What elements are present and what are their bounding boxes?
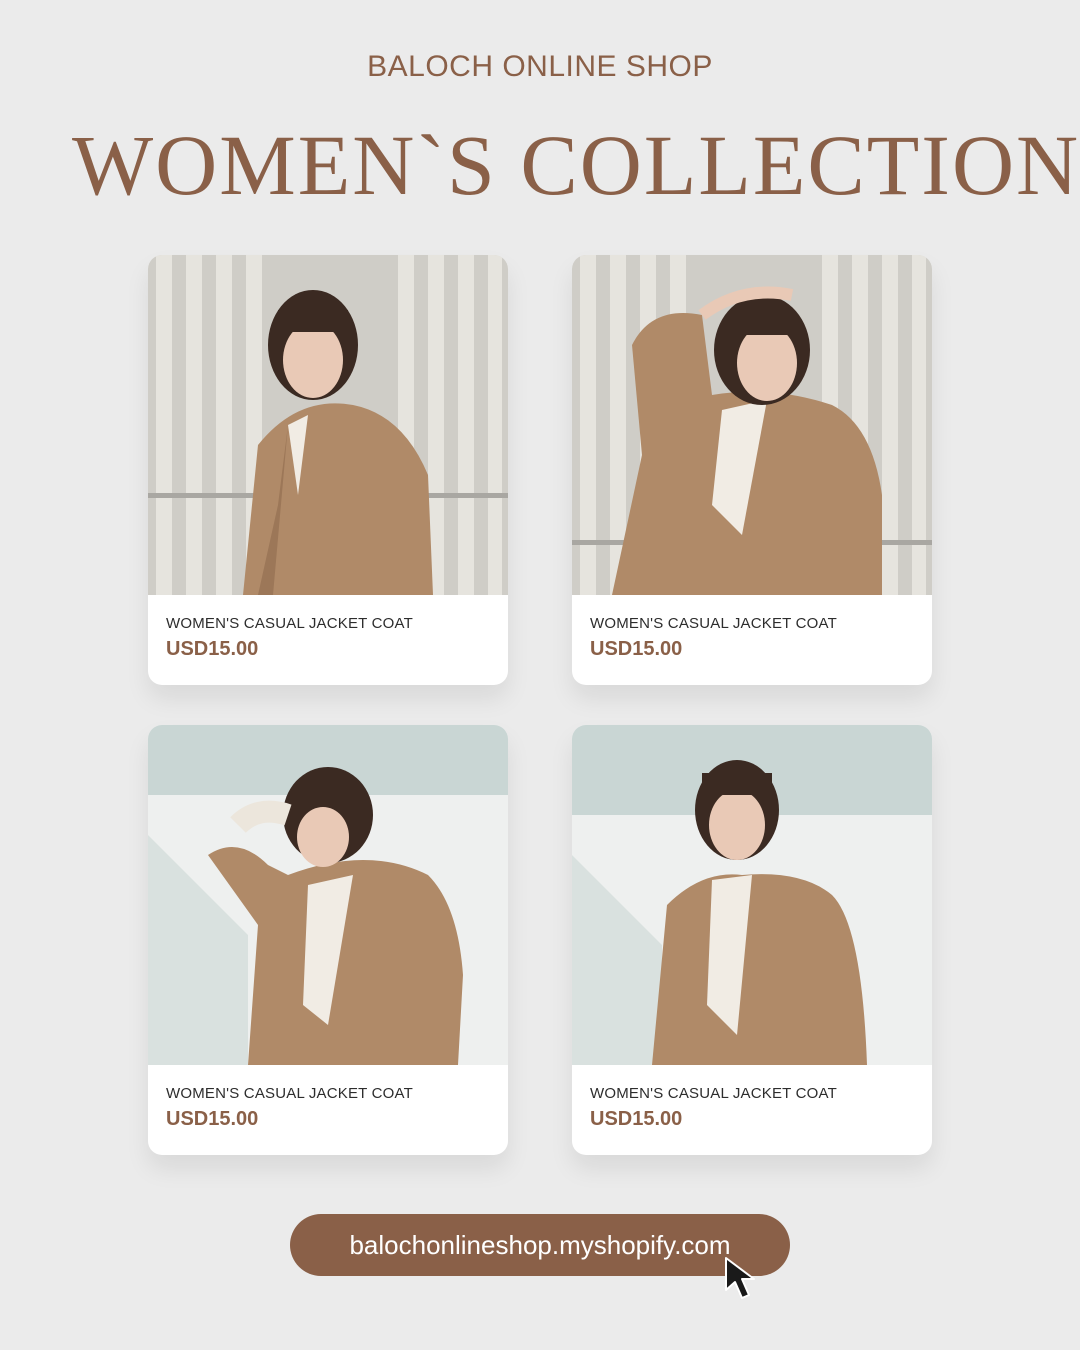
product-photo-graphic [148, 255, 508, 595]
page-title: WOMEN`S COLLECTION [72, 117, 1080, 213]
product-card-3[interactable]: WOMEN'S CASUAL JACKET COAT USD15.00 [148, 725, 508, 1155]
product-photo-graphic [148, 725, 508, 1065]
product-photo-graphic [572, 725, 932, 1065]
product-name: WOMEN'S CASUAL JACKET COAT [590, 615, 837, 632]
product-card-2[interactable]: WOMEN'S CASUAL JACKET COAT USD15.00 [572, 255, 932, 685]
product-photo [572, 255, 932, 595]
product-photo [572, 725, 932, 1065]
product-card-1[interactable]: WOMEN'S CASUAL JACKET COAT USD15.00 [148, 255, 508, 685]
product-photo [148, 725, 508, 1065]
product-name: WOMEN'S CASUAL JACKET COAT [166, 1085, 413, 1102]
product-name: WOMEN'S CASUAL JACKET COAT [590, 1085, 837, 1102]
shop-name: BALOCH ONLINE SHOP [367, 50, 713, 83]
product-name: WOMEN'S CASUAL JACKET COAT [166, 615, 413, 632]
product-price: USD15.00 [166, 1108, 259, 1130]
shop-url-text: balochonlineshop.myshopify.com [349, 1229, 731, 1260]
product-card-4[interactable]: WOMEN'S CASUAL JACKET COAT USD15.00 [572, 725, 932, 1155]
product-price: USD15.00 [590, 638, 683, 660]
shop-url-button[interactable]: balochonlineshop.myshopify.com [290, 1214, 790, 1276]
product-photo [148, 255, 508, 595]
cursor-arrow-icon [725, 1257, 755, 1299]
product-photo-graphic [572, 255, 932, 595]
product-price: USD15.00 [166, 638, 259, 660]
product-price: USD15.00 [590, 1108, 683, 1130]
